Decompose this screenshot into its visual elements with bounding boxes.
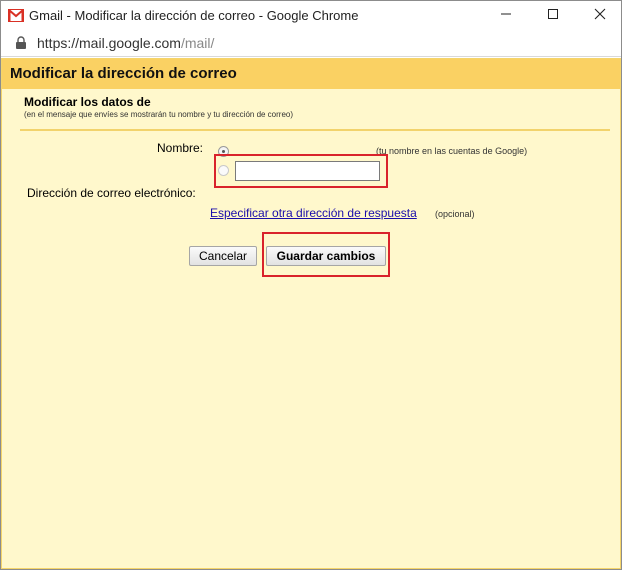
gmail-logo-icon (8, 9, 24, 22)
window-title: Gmail - Modificar la dirección de correo… (29, 8, 359, 23)
email-label: Dirección de correo electrónico: (27, 186, 196, 200)
url-text[interactable]: https://mail.google.com/mail/ (37, 35, 222, 51)
dialog-content: Modificar la dirección de correo Modific… (1, 58, 621, 569)
highlight-box-name (214, 154, 388, 188)
separator (20, 129, 610, 131)
cancel-button[interactable]: Cancelar (189, 246, 257, 266)
reply-address-link[interactable]: Especificar otra dirección de respuesta (210, 206, 417, 220)
minimize-icon (500, 7, 512, 25)
url-path: /mail/ (180, 35, 215, 51)
section-subtitle: (en el mensaje que envíes se mostrarán t… (24, 110, 294, 119)
dialog-header: Modificar la dirección de correo (2, 59, 620, 89)
name-label: Nombre: (157, 141, 204, 155)
maximize-button[interactable] (530, 1, 576, 31)
close-icon (594, 7, 606, 25)
close-button[interactable] (577, 1, 622, 31)
address-bar[interactable]: https://mail.google.com/mail/ (1, 31, 621, 57)
section-title: Modificar los datos de (24, 95, 151, 109)
url-base: https://mail.google.com (37, 35, 181, 51)
minimize-button[interactable] (483, 1, 529, 31)
highlight-box-save (262, 232, 390, 277)
name-hint: (tu nombre en las cuentas de Google) (376, 146, 528, 156)
optional-label: (opcional) (435, 209, 475, 219)
dialog-title: Modificar la dirección de correo (10, 65, 237, 82)
lock-icon (15, 36, 27, 50)
title-bar[interactable]: Gmail - Modificar la dirección de correo… (1, 1, 621, 31)
browser-window: Gmail - Modificar la dirección de correo… (0, 0, 622, 570)
maximize-icon (547, 7, 559, 25)
